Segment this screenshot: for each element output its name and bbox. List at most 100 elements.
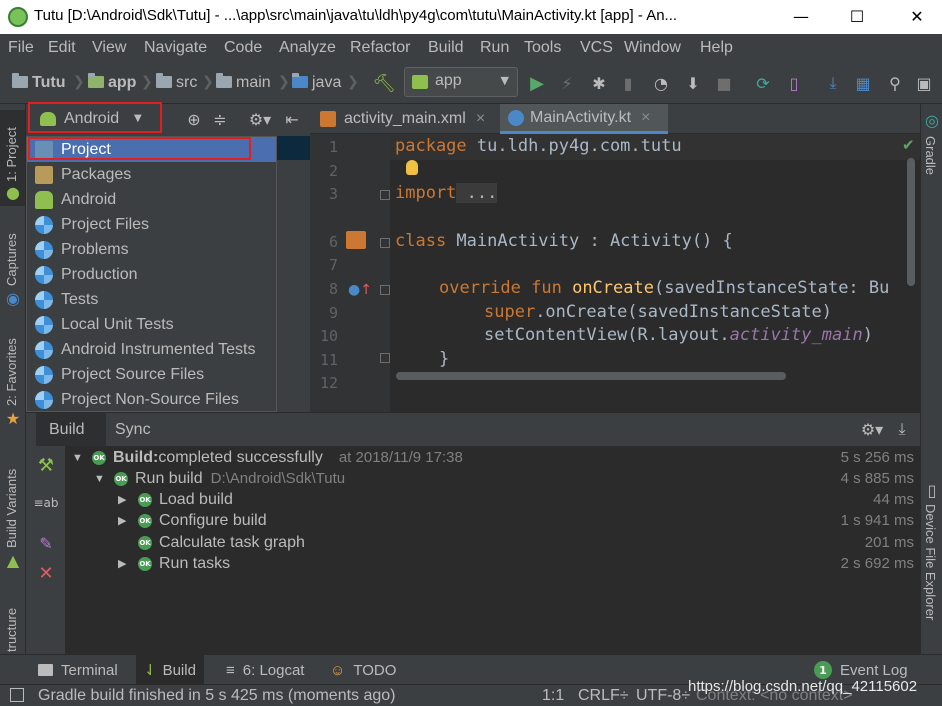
- collapse-all-icon[interactable]: ≑: [210, 109, 230, 129]
- menu-build[interactable]: Build: [428, 39, 464, 57]
- build-row[interactable]: ▶ OK Configure build: [118, 510, 267, 531]
- hide-panel-icon[interactable]: ⇤: [282, 109, 302, 129]
- build-tab-label[interactable]: Build: [49, 421, 85, 439]
- profiler-gauge-icon[interactable]: ◔: [650, 72, 672, 94]
- menu-help[interactable]: Help: [700, 39, 733, 57]
- view-option-project-non-source-files[interactable]: Project Non-Source Files: [27, 387, 276, 412]
- status-square-icon[interactable]: [10, 688, 24, 702]
- debug-icon[interactable]: ✱: [588, 72, 610, 94]
- favorites-tool-label[interactable]: 2: Favorites: [4, 338, 19, 406]
- build-row[interactable]: ▶ OK Calculate task graph: [118, 532, 305, 553]
- close-icon[interactable]: ×: [641, 109, 650, 127]
- captures-tool-label[interactable]: Captures: [4, 233, 19, 286]
- expand-arrow-icon[interactable]: ▼: [94, 473, 105, 485]
- close-icon[interactable]: ✕: [35, 562, 57, 584]
- expand-arrow-icon[interactable]: ▼: [72, 452, 83, 464]
- project-tool-label[interactable]: 1: Project: [4, 127, 19, 182]
- maximize-button[interactable]: ☐: [834, 0, 880, 32]
- breadcrumb-src[interactable]: src: [156, 73, 197, 92]
- pin-icon[interactable]: ✎: [35, 532, 57, 554]
- fold-marker[interactable]: [380, 238, 390, 248]
- line-separator[interactable]: CRLF÷: [578, 687, 629, 705]
- tree-row-selected[interactable]: [277, 136, 310, 160]
- menu-tools[interactable]: Tools: [524, 39, 561, 57]
- build-bottom-tab[interactable]: ⇃ Build: [136, 655, 204, 685]
- file-encoding[interactable]: UTF-8÷: [636, 687, 690, 705]
- search-icon[interactable]: ⚲: [884, 72, 906, 94]
- breadcrumb-main[interactable]: main: [216, 73, 271, 92]
- vertical-scrollbar[interactable]: [907, 158, 915, 286]
- status-message[interactable]: Gradle build finished in 5 s 425 ms (mom…: [38, 687, 396, 705]
- menu-edit[interactable]: Edit: [48, 39, 76, 57]
- caret-position[interactable]: 1:1: [542, 687, 564, 705]
- menu-navigate[interactable]: Navigate: [144, 39, 207, 57]
- structure-tool-label[interactable]: tructure: [4, 608, 19, 652]
- build-row[interactable]: ▶ OK Load build: [118, 489, 233, 510]
- hide-panel-icon[interactable]: ⤓: [892, 419, 912, 439]
- expand-arrow-icon[interactable]: ▶: [118, 493, 128, 506]
- apply-changes-icon[interactable]: ⚡︎: [557, 72, 577, 94]
- breadcrumb-app[interactable]: app: [88, 73, 136, 92]
- terminal-tab[interactable]: Terminal: [30, 655, 126, 685]
- close-button[interactable]: ✕: [894, 0, 940, 32]
- device-file-explorer-label[interactable]: Device File Explorer: [923, 504, 938, 620]
- menu-window[interactable]: Window: [624, 39, 681, 57]
- toggle-view-icon[interactable]: ≡ab: [33, 492, 58, 514]
- attach-debugger-icon[interactable]: ⬇︎: [682, 72, 704, 94]
- build-row[interactable]: ▶ OK Run tasks: [118, 553, 230, 574]
- layout-inspector-icon[interactable]: ▣: [912, 72, 936, 94]
- project-view-selector[interactable]: Android ▼: [26, 104, 162, 134]
- expand-arrow-icon[interactable]: ▶: [118, 514, 128, 527]
- menu-vcs[interactable]: VCS: [580, 39, 613, 57]
- class-gutter-icon[interactable]: [346, 231, 366, 249]
- fold-marker[interactable]: [380, 190, 390, 200]
- lightbulb-icon[interactable]: [406, 160, 418, 175]
- run-config-select[interactable]: app ▼: [404, 67, 518, 97]
- minimize-button[interactable]: —: [778, 0, 824, 32]
- logcat-tab[interactable]: ≡ 6: Logcat: [218, 655, 312, 685]
- fold-marker[interactable]: [380, 353, 390, 363]
- view-option-android[interactable]: Android: [27, 187, 276, 212]
- view-option-tests[interactable]: Tests: [27, 287, 276, 312]
- locate-target-icon[interactable]: ⊕: [184, 109, 204, 129]
- stop-icon[interactable]: ■: [714, 72, 734, 94]
- menu-analyze[interactable]: Analyze: [279, 39, 336, 57]
- build-variants-tool-label[interactable]: Build Variants: [4, 469, 19, 548]
- build-row[interactable]: ▼ OK Build: completed successfully at 20…: [72, 447, 463, 468]
- menu-run[interactable]: Run: [480, 39, 509, 57]
- gradle-tool-label[interactable]: Gradle: [923, 136, 938, 175]
- sync-gradle-icon[interactable]: ⟳: [752, 72, 774, 94]
- hammer-icon[interactable]: ⚒: [35, 454, 57, 476]
- code-editor[interactable]: 1 2 3 6 7 8 9 10 11 12 ●↑ package tu.ldh…: [310, 134, 920, 412]
- hammer-icon[interactable]: 🔨︎: [372, 72, 396, 94]
- avd-manager-icon[interactable]: ▯: [784, 72, 804, 94]
- breadcrumb-java[interactable]: java: [292, 73, 341, 92]
- profile-icon[interactable]: ▮: [618, 72, 638, 94]
- build-row[interactable]: ▼ OK Run build D:\Android\Sdk\Tutu: [94, 468, 345, 489]
- gear-icon[interactable]: ⚙▾: [858, 419, 886, 439]
- sync-tab-label[interactable]: Sync: [115, 421, 151, 439]
- view-option-project-source-files[interactable]: Project Source Files: [27, 362, 276, 387]
- gear-icon[interactable]: ⚙▾: [246, 109, 274, 129]
- run-icon[interactable]: ▶: [526, 72, 548, 94]
- view-option-project-files[interactable]: Project Files: [27, 212, 276, 237]
- view-option-problems[interactable]: Problems: [27, 237, 276, 262]
- tab-mainactivity-kt[interactable]: MainActivity.kt ×: [500, 104, 668, 134]
- tab-activity-main-xml[interactable]: activity_main.xml ×: [310, 104, 496, 134]
- menu-code[interactable]: Code: [224, 39, 262, 57]
- close-icon[interactable]: ×: [476, 110, 485, 128]
- sdk-manager-icon[interactable]: ⤓: [822, 72, 844, 94]
- menu-file[interactable]: File: [8, 39, 34, 57]
- override-gutter-icon[interactable]: ●↑: [348, 282, 372, 298]
- menu-refactor[interactable]: Refactor: [350, 39, 410, 57]
- view-option-packages[interactable]: Packages: [27, 162, 276, 187]
- view-option-android-instrumented-tests[interactable]: Android Instrumented Tests: [27, 337, 276, 362]
- project-structure-icon[interactable]: ▦: [852, 72, 874, 94]
- fold-marker[interactable]: [380, 285, 390, 295]
- horizontal-scrollbar[interactable]: [396, 372, 786, 380]
- todo-tab[interactable]: ☺ TODO: [322, 655, 404, 685]
- breadcrumb-tutu[interactable]: Tutu: [12, 73, 65, 92]
- view-option-project[interactable]: Project: [27, 137, 276, 162]
- view-option-local-unit-tests[interactable]: Local Unit Tests: [27, 312, 276, 337]
- menu-view[interactable]: View: [92, 39, 126, 57]
